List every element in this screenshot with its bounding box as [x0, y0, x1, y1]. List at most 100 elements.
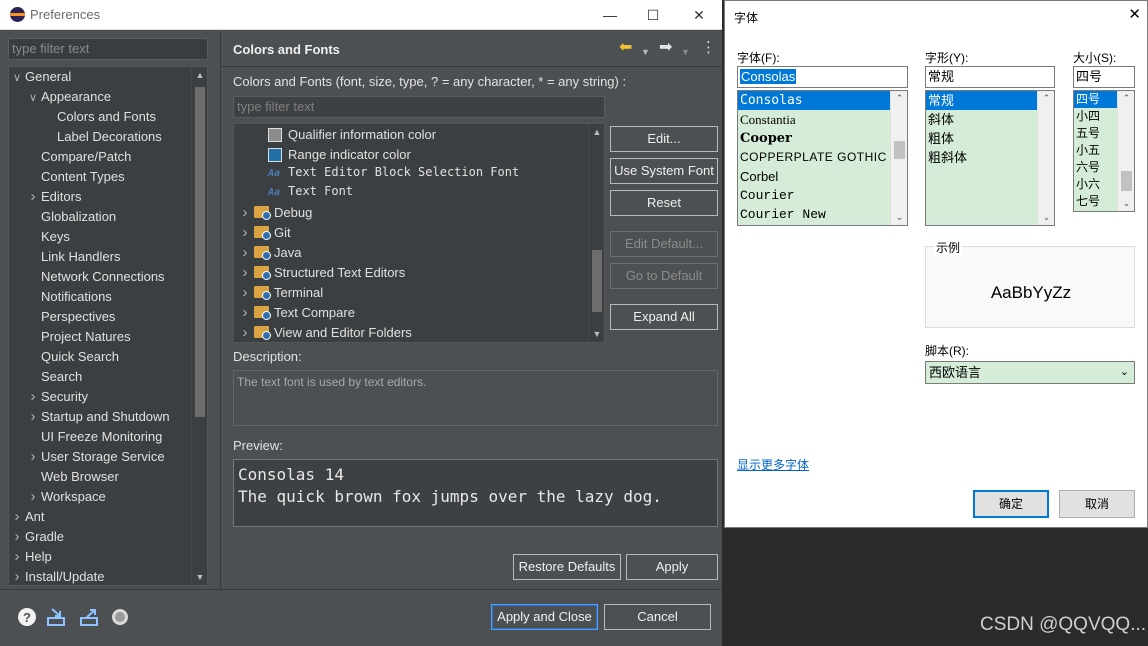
tree-scrollbar[interactable]: ▲ ▼ [191, 67, 207, 585]
tree-item[interactable]: Notifications [9, 287, 112, 307]
tree-item[interactable]: UI Freeze Monitoring [9, 427, 162, 447]
forward-dropdown-icon[interactable]: ▼ [681, 44, 690, 60]
cf-tree-item[interactable]: › Text Compare [236, 303, 355, 323]
tree-item[interactable]: › Install/Update [9, 567, 105, 585]
cf-tree-item[interactable]: Qualifier information color [268, 125, 436, 145]
chevron-right-icon[interactable]: › [236, 203, 254, 223]
scroll-up-icon[interactable]: ⌃ [891, 91, 907, 106]
chevron-right-icon[interactable]: › [236, 243, 254, 263]
tree-item[interactable]: › Security [9, 387, 88, 407]
tree-item[interactable]: Project Natures [9, 327, 131, 347]
chevron-right-icon[interactable]: › [25, 387, 41, 407]
chevron-right-icon[interactable]: › [236, 323, 254, 342]
scroll-up-icon[interactable]: ▲ [192, 67, 207, 83]
cf-tree-item[interactable]: Aa Text Editor Block Selection Font [268, 162, 519, 182]
cf-tree-item[interactable]: › View and Editor Folders [236, 323, 412, 342]
scroll-down-icon[interactable]: ▼ [192, 569, 207, 585]
font-style-input[interactable]: 常规 [925, 66, 1055, 88]
close-icon[interactable]: ✕ [1128, 5, 1141, 23]
cf-tree-item[interactable]: › Structured Text Editors [236, 263, 406, 283]
back-arrow-icon[interactable]: ⬅ [619, 40, 632, 56]
chevron-right-icon[interactable]: › [9, 507, 25, 527]
scroll-thumb[interactable] [592, 250, 602, 312]
tree-item[interactable]: Web Browser [9, 467, 119, 487]
list-item[interactable]: 斜体 [926, 110, 1054, 129]
cf-tree-item[interactable]: › Terminal [236, 283, 324, 303]
list-item[interactable]: Constantia [738, 110, 907, 129]
list-item[interactable]: 粗斜体 [926, 148, 1054, 167]
ok-button[interactable]: 确定 [973, 490, 1049, 518]
chevron-right-icon[interactable]: › [25, 407, 41, 427]
chevron-right-icon[interactable]: › [236, 283, 254, 303]
cancel-button[interactable]: Cancel [604, 604, 711, 630]
tree-item[interactable]: Content Types [9, 167, 125, 187]
chevron-down-icon[interactable]: ∨ [9, 68, 25, 88]
cf-tree-item[interactable]: › Git [236, 223, 291, 243]
size-list-scrollbar[interactable]: ⌃ ⌄ [1117, 91, 1134, 211]
chevron-right-icon[interactable]: › [9, 547, 25, 567]
list-item[interactable]: Consolas [738, 91, 907, 110]
tree-item[interactable]: ∨ Appearance [9, 87, 111, 107]
cf-tree-scrollbar[interactable]: ▲ ▼ [588, 124, 604, 342]
list-item[interactable]: 常规 [926, 91, 1054, 110]
scroll-down-icon[interactable]: ▼ [589, 326, 604, 342]
reset-button[interactable]: Reset [610, 190, 718, 216]
scroll-thumb[interactable] [1121, 171, 1132, 191]
font-cancel-button[interactable]: 取消 [1059, 490, 1135, 518]
size-list[interactable]: 四号 小四 五号 小五 六号 小六 七号 ⌃ ⌄ [1073, 90, 1135, 212]
font-list[interactable]: Consolas Constantia Cooper COPPERPLATE GOTH… [737, 90, 908, 226]
font-name-input[interactable]: Consolas [737, 66, 908, 88]
list-item[interactable]: COPPERPLATE GOTHIC [738, 148, 907, 167]
cf-tree-item[interactable]: › Java [236, 243, 302, 263]
back-dropdown-icon[interactable]: ▼ [641, 44, 650, 60]
chevron-right-icon[interactable]: › [25, 487, 41, 507]
import-icon[interactable] [46, 607, 66, 627]
scroll-down-icon[interactable]: ⌄ [891, 210, 907, 225]
list-item[interactable]: Cooper [738, 129, 907, 148]
tree-item[interactable]: › User Storage Service [9, 447, 165, 467]
cf-filter-input[interactable]: type filter text [233, 96, 605, 118]
scroll-thumb[interactable] [894, 141, 905, 159]
cf-tree-item[interactable]: Aa Text Font [268, 181, 353, 201]
tree-item[interactable]: Colors and Fonts [9, 107, 156, 127]
scroll-up-icon[interactable]: ⌃ [1038, 91, 1054, 106]
font-size-input[interactable]: 四号 [1073, 66, 1135, 88]
tree-item[interactable]: Compare/Patch [9, 147, 131, 167]
style-list-scrollbar[interactable]: ⌃ ⌄ [1037, 91, 1054, 225]
chevron-right-icon[interactable]: › [236, 263, 254, 283]
edit-default-button[interactable]: Edit Default... [610, 231, 718, 257]
chevron-right-icon[interactable]: › [9, 527, 25, 547]
apply-button[interactable]: Apply [626, 554, 718, 580]
chevron-right-icon[interactable]: › [25, 187, 41, 207]
scroll-up-icon[interactable]: ▲ [589, 124, 604, 140]
tree-item[interactable]: Network Connections [9, 267, 165, 287]
tree-item[interactable]: ∨ General [9, 67, 71, 87]
oomph-record-icon[interactable] [110, 607, 130, 627]
list-item[interactable]: Courier New [738, 205, 907, 224]
script-select[interactable]: 西欧语言 ⌄ [925, 361, 1135, 384]
edit-button[interactable]: Edit... [610, 126, 718, 152]
tree-item[interactable]: › Help [9, 547, 52, 567]
scroll-thumb[interactable] [195, 87, 205, 417]
maximize-button[interactable]: ☐ [638, 4, 668, 26]
expand-all-button[interactable]: Expand All [610, 304, 718, 330]
tree-item[interactable]: › Gradle [9, 527, 65, 547]
list-item[interactable]: 粗体 [926, 129, 1054, 148]
go-to-default-button[interactable]: Go to Default [610, 263, 718, 289]
view-menu-icon[interactable]: ⋮ [701, 40, 716, 56]
list-item[interactable]: Courier [738, 186, 907, 205]
tree-item[interactable]: › Workspace [9, 487, 106, 507]
use-system-font-button[interactable]: Use System Font [610, 158, 718, 184]
tree-item[interactable]: › Ant [9, 507, 45, 527]
tree-item[interactable]: › Editors [9, 187, 82, 207]
export-icon[interactable] [79, 607, 99, 627]
filter-input[interactable]: type filter text [8, 38, 208, 60]
tree-item[interactable]: Perspectives [9, 307, 115, 327]
close-button[interactable]: ✕ [684, 4, 714, 26]
scroll-down-icon[interactable]: ⌄ [1118, 196, 1134, 211]
apply-and-close-button[interactable]: Apply and Close [491, 604, 598, 630]
style-list[interactable]: 常规 斜体 粗体 粗斜体 ⌃ ⌄ [925, 90, 1055, 226]
forward-arrow-icon[interactable]: ➡ [659, 40, 672, 56]
tree-item[interactable]: Keys [9, 227, 70, 247]
chevron-down-icon[interactable]: ∨ [25, 88, 41, 108]
